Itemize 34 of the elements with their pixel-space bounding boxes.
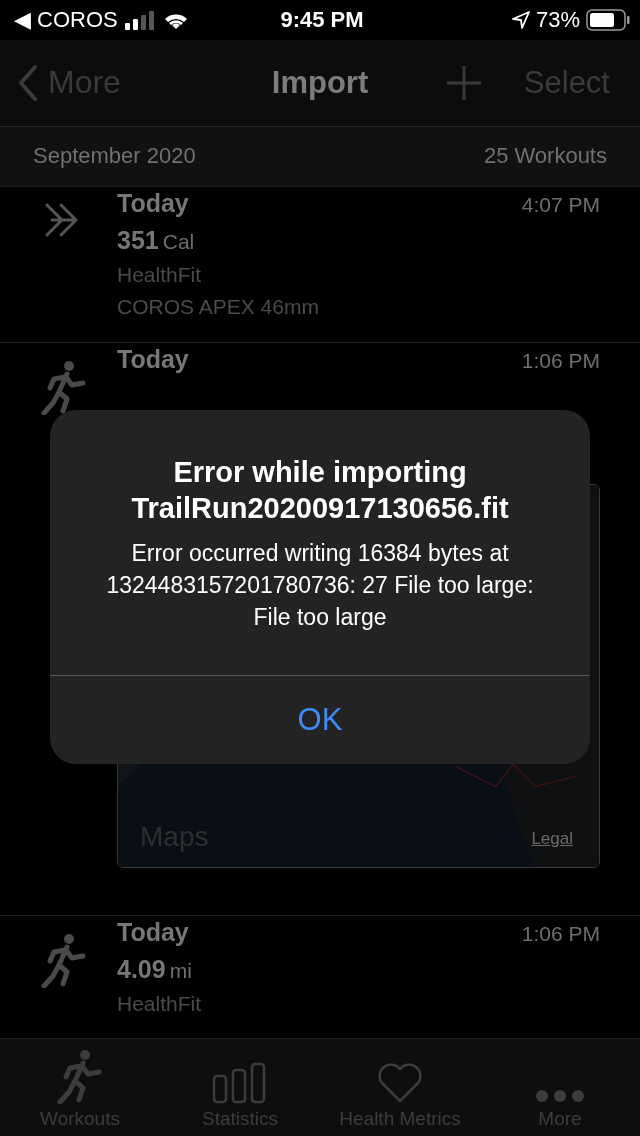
battery-icon — [586, 8, 630, 31]
workout-value: 4.09 — [117, 954, 166, 984]
heart-icon — [377, 1062, 423, 1104]
workout-count: 25 Workouts — [483, 143, 607, 170]
runner-icon — [57, 1048, 103, 1104]
ok-button[interactable]: OK — [50, 676, 590, 765]
workout-source: COROS APEX 46mm — [117, 294, 320, 319]
workout-date: Today — [117, 917, 189, 947]
workout-date: Today — [117, 188, 189, 218]
workout-time: 1:06 PM — [521, 348, 600, 373]
back-to-app-link[interactable]: ◀ COROS — [14, 6, 118, 33]
more-dots-icon — [535, 1088, 585, 1104]
runner-icon — [40, 931, 87, 988]
signal-icon — [123, 9, 156, 30]
location-arrow-icon — [511, 10, 530, 29]
legal-link[interactable]: Legal — [531, 828, 573, 849]
battery-percent: 73% — [535, 6, 580, 33]
alert-message: Error occurred writing 16384 bytes at 1324483157201780736: 27 File too large: File too large — [105, 538, 535, 632]
workout-date: Today — [117, 344, 189, 374]
screen-title: Import — [271, 64, 369, 101]
status-time: 9:45 PM — [280, 6, 364, 33]
workout-unit: Cal — [162, 229, 195, 254]
chevron-left-icon — [18, 64, 38, 101]
workout-source: HealthFit — [117, 262, 203, 287]
section-title: September 2020 — [33, 143, 196, 170]
add-icon[interactable] — [445, 64, 482, 101]
workout-time: 1:06 PM — [521, 921, 600, 946]
workout-source: HealthFit — [117, 991, 203, 1016]
alert-title: Error while importing TrailRun20200917130656.fit — [130, 455, 510, 527]
workout-unit: mi — [169, 958, 192, 983]
workout-value: 351 — [117, 225, 159, 255]
bar-chart-icon — [212, 1062, 268, 1104]
runner-icon — [40, 358, 87, 415]
workout-time: 4:07 PM — [521, 192, 600, 217]
